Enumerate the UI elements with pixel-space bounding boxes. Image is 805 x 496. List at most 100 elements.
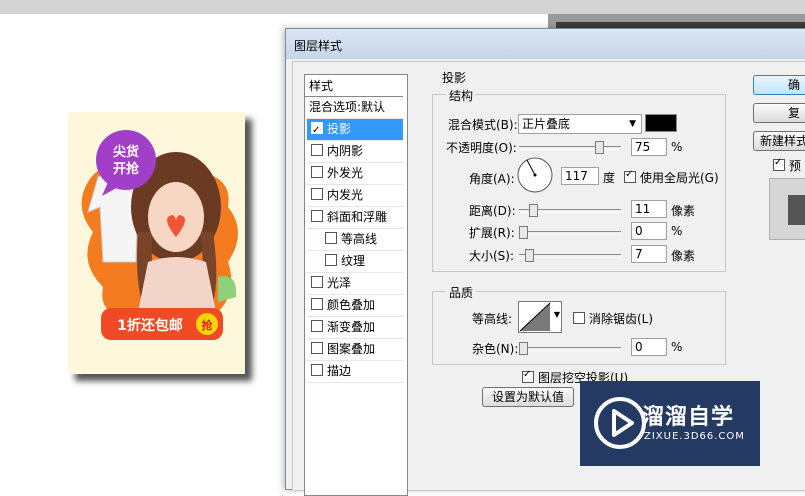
style-list-item-label: 投影: [327, 122, 352, 136]
anti-alias-checkbox[interactable]: 消除锯齿(L): [573, 310, 653, 327]
style-list-item-label: 渐变叠加: [327, 320, 376, 334]
poster-artwork: 尖货 开抢 1折还包邮 抢: [68, 112, 245, 374]
contour-picker[interactable]: ▼: [518, 301, 562, 333]
opacity-input[interactable]: 75: [631, 138, 667, 156]
style-checkbox-icon[interactable]: [311, 210, 323, 222]
poster-banner-text: 1折还包邮: [117, 317, 183, 334]
app-top-bar: [0, 0, 805, 14]
style-list-item-label: 外发光: [327, 166, 364, 180]
make-default-button[interactable]: 设置为默认值: [482, 387, 574, 407]
style-list-item[interactable]: 颜色叠加: [307, 295, 403, 317]
knockout-check-icon: [522, 369, 534, 383]
opacity-slider-thumb[interactable]: [595, 141, 604, 154]
opacity-slider[interactable]: [519, 141, 621, 154]
watermark-url: ZIXUE.3D66.COM: [644, 431, 745, 442]
distance-slider-thumb[interactable]: [529, 204, 538, 217]
dialog-titlebar[interactable]: 图层样式: [286, 29, 805, 59]
style-list-item[interactable]: 内阴影: [307, 141, 403, 163]
style-list-item[interactable]: 图案叠加: [307, 339, 403, 361]
style-checkbox-icon[interactable]: [311, 166, 323, 178]
anti-alias-label: 消除锯齿(L): [589, 312, 654, 326]
style-list-item-label: 图案叠加: [327, 342, 376, 356]
style-checkbox-icon[interactable]: [311, 276, 323, 288]
angle-dial-icon: [517, 157, 553, 193]
style-list-item-label: 颜色叠加: [327, 298, 376, 312]
watermark-logo: 溜溜自学 ZIXUE.3D66.COM: [580, 381, 760, 466]
preview-checkbox[interactable]: 预: [773, 157, 801, 174]
preview-check-icon: [773, 157, 785, 171]
noise-slider-thumb[interactable]: [519, 342, 528, 355]
distance-slider[interactable]: [519, 204, 621, 217]
global-light-checkbox[interactable]: 使用全局光(G): [624, 169, 719, 186]
style-list-item[interactable]: 光泽: [307, 273, 403, 295]
style-list-item[interactable]: 纹理: [307, 251, 403, 273]
spread-slider-thumb[interactable]: [519, 226, 528, 239]
size-slider-thumb[interactable]: [525, 249, 534, 262]
style-list-item[interactable]: 外发光: [307, 163, 403, 185]
noise-unit: %: [671, 340, 683, 354]
poster-illustration: 尖货 开抢 1折还包邮 抢: [68, 112, 245, 374]
style-list-item[interactable]: 混合选项:默认: [307, 97, 405, 119]
poster-tag-line1: 尖货: [113, 144, 139, 160]
opacity-unit: %: [671, 140, 683, 154]
new-style-button[interactable]: 新建样式: [753, 131, 805, 151]
noise-label: 杂色(N):: [472, 342, 519, 356]
contour-label: 等高线:: [472, 312, 513, 326]
dialog-title: 图层样式: [294, 39, 343, 53]
quality-group-title: 品质: [446, 284, 477, 301]
style-list-item-label: 描边: [327, 364, 352, 378]
style-list-item-label: 斜面和浮雕: [327, 210, 388, 224]
distance-label: 距离(D):: [469, 204, 516, 218]
shadow-color-swatch[interactable]: [645, 114, 677, 132]
watermark-name: 溜溜自学: [642, 405, 735, 430]
style-list-item[interactable]: 斜面和浮雕: [307, 207, 403, 229]
size-unit: 像素: [671, 249, 696, 263]
noise-slider[interactable]: [519, 342, 621, 355]
preview-box: [769, 178, 805, 240]
spread-input[interactable]: 0: [631, 222, 667, 240]
style-list-item[interactable]: 等高线: [307, 229, 403, 251]
blend-mode-select[interactable]: 正片叠底 ▼: [518, 114, 642, 134]
style-checkbox-icon[interactable]: [311, 144, 323, 156]
style-list: 样式 混合选项:默认投影内阴影外发光内发光斜面和浮雕等高线纹理光泽颜色叠加渐变叠…: [304, 74, 408, 496]
spread-label: 扩展(R):: [469, 226, 515, 240]
style-list-item[interactable]: 投影: [307, 119, 403, 141]
style-checkbox-icon[interactable]: [311, 364, 323, 376]
poster-tag-line2: 开抢: [113, 161, 140, 177]
anti-alias-check-icon: [573, 312, 585, 324]
section-title-drop-shadow: 投影: [439, 69, 470, 86]
opacity-label: 不透明度(O):: [446, 141, 517, 155]
angle-label: 角度(A):: [469, 172, 515, 186]
structure-group-title: 结构: [446, 87, 477, 104]
preview-swatch: [788, 195, 805, 225]
contour-chevron-down-icon: ▼: [553, 310, 560, 319]
reset-button[interactable]: 复: [753, 103, 805, 123]
angle-dial[interactable]: [517, 157, 553, 193]
style-list-item-label: 内发光: [327, 188, 364, 202]
angle-unit: 度: [603, 171, 616, 185]
style-checkbox-icon[interactable]: [311, 120, 323, 141]
style-list-item[interactable]: 渐变叠加: [307, 317, 403, 339]
style-list-item[interactable]: 描边: [307, 361, 403, 383]
style-checkbox-icon[interactable]: [311, 320, 323, 332]
size-slider[interactable]: [519, 249, 621, 262]
contour-linear-icon: [519, 302, 551, 332]
play-logo-icon: [594, 397, 646, 449]
style-list-item-label: 混合选项:默认: [309, 100, 386, 114]
global-light-check-icon: [624, 169, 636, 183]
style-checkbox-icon[interactable]: [325, 232, 337, 244]
distance-input[interactable]: 11: [631, 200, 667, 218]
style-list-item-label: 内阴影: [327, 144, 364, 158]
angle-input[interactable]: 117: [561, 167, 599, 185]
style-checkbox-icon[interactable]: [311, 188, 323, 200]
style-checkbox-icon[interactable]: [311, 342, 323, 354]
spread-slider[interactable]: [519, 226, 621, 239]
blend-mode-label: 混合模式(B):: [448, 118, 518, 132]
size-input[interactable]: 7: [631, 245, 667, 263]
style-list-item[interactable]: 内发光: [307, 185, 403, 207]
style-checkbox-icon[interactable]: [311, 298, 323, 310]
style-list-item-label: 纹理: [341, 254, 366, 268]
noise-input[interactable]: 0: [631, 338, 667, 356]
ok-button[interactable]: 确: [753, 75, 805, 95]
style-checkbox-icon[interactable]: [325, 254, 337, 266]
